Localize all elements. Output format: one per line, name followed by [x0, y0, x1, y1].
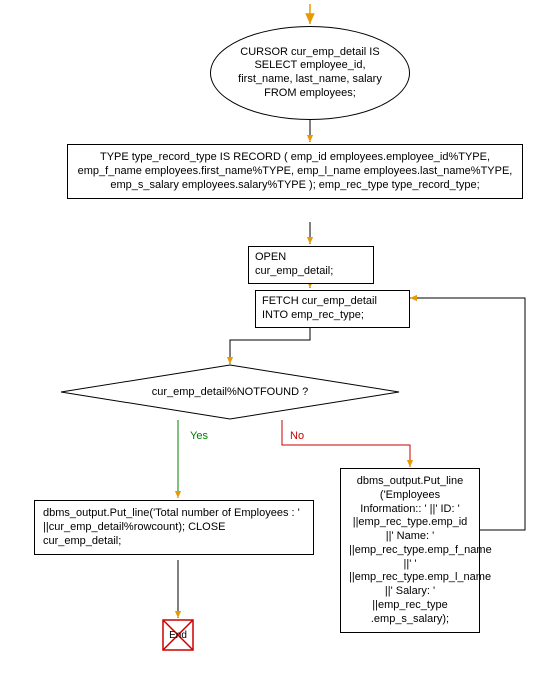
start-node-text: CURSOR cur_emp_detail IS SELECT employee… — [233, 46, 388, 101]
output-total-node: dbms_output.Put_line('Total number of Em… — [34, 500, 314, 555]
fetch-node: FETCH cur_emp_detail INTO emp_rec_type; — [255, 290, 410, 328]
edge-label-no: No — [290, 430, 304, 442]
decision-text: cur_emp_detail%NOTFOUND ? — [152, 386, 309, 398]
type-record-text: TYPE type_record_type IS RECORD ( emp_id… — [78, 151, 513, 191]
open-node: OPEN cur_emp_detail; — [248, 246, 374, 284]
output-row-node: dbms_output.Put_line ('Employees Informa… — [340, 468, 480, 633]
end-node: End — [163, 620, 193, 650]
fetch-text: FETCH cur_emp_detail INTO emp_rec_type; — [262, 295, 377, 321]
type-record-node: TYPE type_record_type IS RECORD ( emp_id… — [67, 144, 523, 199]
output-total-text: dbms_output.Put_line('Total number of Em… — [43, 507, 300, 547]
end-text: End — [169, 630, 187, 641]
open-text: OPEN cur_emp_detail; — [255, 251, 333, 277]
decision-node: cur_emp_detail%NOTFOUND ? — [60, 364, 400, 420]
output-row-text: dbms_output.Put_line ('Employees Informa… — [349, 475, 492, 625]
edge-label-yes: Yes — [190, 430, 208, 442]
start-node: CURSOR cur_emp_detail IS SELECT employee… — [210, 26, 410, 120]
